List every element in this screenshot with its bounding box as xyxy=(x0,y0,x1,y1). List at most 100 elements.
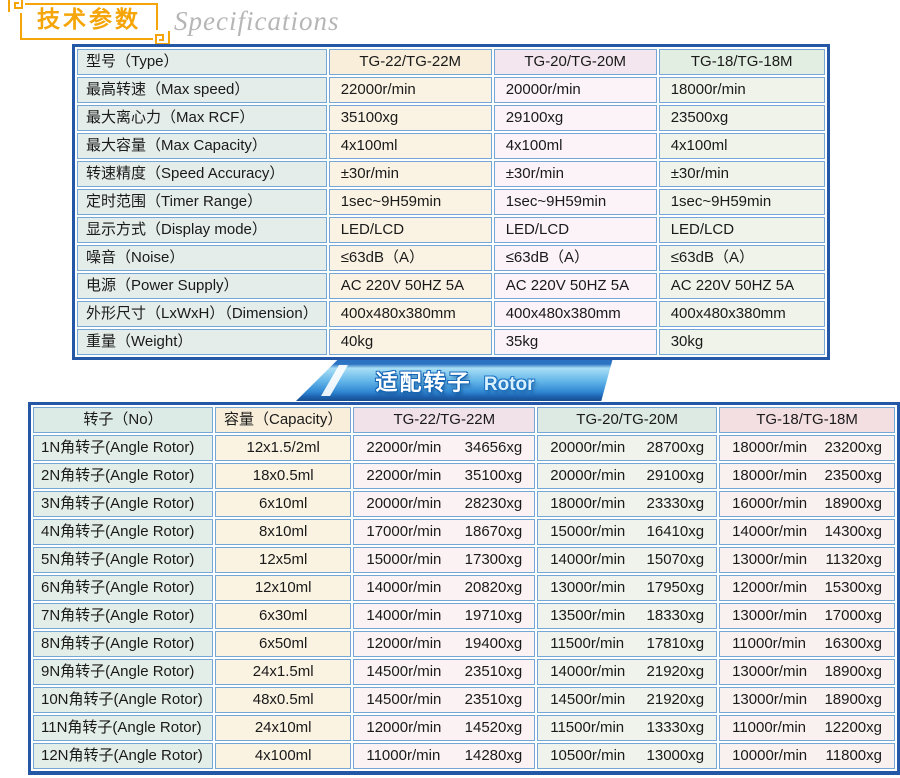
rotor-rcf: 14300xg xyxy=(824,521,882,543)
rotor-capacity: 24x10ml xyxy=(215,715,351,741)
rotor-header-tg22: TG-22/TG-22M xyxy=(353,407,535,433)
rotor-rcf: 16410xg xyxy=(647,521,705,543)
rotor-speed-rcf-pair: 12000r/min19400xg xyxy=(362,633,526,655)
spec-row-label: 显示方式（Display mode） xyxy=(77,217,327,243)
rotor-name: 6N角转子(Angle Rotor) xyxy=(33,575,213,601)
rotor-model-cell: 13000r/min18900xg xyxy=(719,687,895,713)
rotor-speed: 11500r/min xyxy=(550,633,624,655)
rotor-row: 1N角转子(Angle Rotor)12x1.5/2ml22000r/min34… xyxy=(33,435,895,461)
rotor-rcf: 14520xg xyxy=(465,717,523,739)
rotor-speed: 17000r/min xyxy=(366,521,441,543)
rotor-speed-rcf-pair: 22000r/min34656xg xyxy=(362,437,526,459)
rotor-speed: 11500r/min xyxy=(550,717,624,739)
rotor-model-cell: 15000r/min17300xg xyxy=(353,547,535,573)
rotor-capacity: 24x1.5ml xyxy=(215,659,351,685)
page: 技术参数 Specifications 型号（Type） TG-22/TG-22… xyxy=(0,0,900,778)
rotor-speed-rcf-pair: 20000r/min28230xg xyxy=(362,493,526,515)
rotor-rcf: 28230xg xyxy=(465,493,523,515)
rotor-model-cell: 22000r/min35100xg xyxy=(353,463,535,489)
rotor-speed-rcf-pair: 13000r/min17950xg xyxy=(546,577,708,599)
rotor-rcf: 35100xg xyxy=(465,465,523,487)
rotor-model-cell: 14500r/min21920xg xyxy=(537,687,717,713)
rotor-model-cell: 17000r/min18670xg xyxy=(353,519,535,545)
rotor-header-row: 转子（No） 容量（Capacity） TG-22/TG-22M TG-20/T… xyxy=(33,407,895,433)
rotor-model-cell: 11500r/min 13330xg xyxy=(537,715,717,741)
spec-header-tg22: TG-22/TG-22M xyxy=(329,49,492,75)
rotor-speed-rcf-pair: 14500r/min23510xg xyxy=(362,689,526,711)
rotor-model-cell: 14000r/min15070xg xyxy=(537,547,717,573)
rotor-speed: 13000r/min xyxy=(732,605,807,627)
rotor-row: 8N角转子(Angle Rotor)6x50ml12000r/min19400x… xyxy=(33,631,895,657)
rotor-rcf: 19710xg xyxy=(465,605,523,627)
rotor-speed-rcf-pair: 10500r/min13000xg xyxy=(546,745,708,767)
rotor-capacity: 48x0.5ml xyxy=(215,687,351,713)
rotor-speed-rcf-pair: 14000r/min14300xg xyxy=(728,521,886,543)
spec-value: 35kg xyxy=(494,329,657,355)
rotor-header-no: 转子（No） xyxy=(33,407,213,433)
rotor-capacity: 12x10ml xyxy=(215,575,351,601)
rotor-rcf: 16300xg xyxy=(824,633,882,655)
rotor-speed: 20000r/min xyxy=(550,437,625,459)
spec-row-label: 最大离心力（Max RCF） xyxy=(77,105,327,131)
spec-value: LED/LCD xyxy=(494,217,657,243)
rotor-banner: 适配转子 Rotor xyxy=(296,360,614,401)
rotor-speed-rcf-pair: 14500r/min23510xg xyxy=(362,661,526,683)
rotor-model-cell: 11000r/min14280xg xyxy=(353,743,535,769)
rotor-name: 5N角转子(Angle Rotor) xyxy=(33,547,213,573)
rotor-rcf: 13330xg xyxy=(647,717,705,739)
spec-value: 400x480x380mm xyxy=(494,301,657,327)
spec-row-label: 最大容量（Max Capacity） xyxy=(77,133,327,159)
rotor-model-cell: 14000r/min20820xg xyxy=(353,575,535,601)
rotor-banner-title-cn: 适配转子 xyxy=(375,370,471,395)
spec-row-label: 噪音（Noise） xyxy=(77,245,327,271)
rotor-speed-rcf-pair: 13000r/min18900xg xyxy=(728,689,886,711)
rotor-model-cell: 13000r/min11320xg xyxy=(719,547,895,573)
rotor-capacity: 12x5ml xyxy=(215,547,351,573)
spec-row: 重量（Weight）40kg35kg30kg xyxy=(77,329,825,355)
rotor-capacity: 6x30ml xyxy=(215,603,351,629)
spec-row-label: 重量（Weight） xyxy=(77,329,327,355)
rotor-speed-rcf-pair: 14500r/min21920xg xyxy=(546,689,708,711)
rotor-capacity: 4x100ml xyxy=(215,743,351,769)
spec-value: ±30r/min xyxy=(494,161,657,187)
spec-row: 最大容量（Max Capacity）4x100ml4x100ml4x100ml xyxy=(77,133,825,159)
fret-ornament-icon xyxy=(7,0,25,13)
rotor-name: 2N角转子(Angle Rotor) xyxy=(33,463,213,489)
rotor-speed-rcf-pair: 14000r/min19710xg xyxy=(362,605,526,627)
spec-row: 最高转速（Max speed）22000r/min20000r/min18000… xyxy=(77,77,825,103)
rotor-capacity: 12x1.5/2ml xyxy=(215,435,351,461)
spec-value: 18000r/min xyxy=(659,77,825,103)
rotor-model-cell: 18000r/min23330xg xyxy=(537,491,717,517)
rotor-speed-rcf-pair: 14000r/min21920xg xyxy=(546,661,708,683)
spec-row: 噪音（Noise）≤63dB（A）≤63dB（A）≤63dB（A） xyxy=(77,245,825,271)
rotor-speed-rcf-pair: 11000r/min16300xg xyxy=(728,633,886,655)
rotor-model-cell: 13000r/min17950xg xyxy=(537,575,717,601)
spec-table: 型号（Type） TG-22/TG-22M TG-20/TG-20M TG-18… xyxy=(72,44,830,360)
rotor-speed: 12000r/min xyxy=(366,717,441,739)
spec-value: 35100xg xyxy=(329,105,492,131)
rotor-speed: 13000r/min xyxy=(732,661,807,683)
rotor-name: 12N角转子(Angle Rotor) xyxy=(33,743,213,769)
rotor-speed: 13000r/min xyxy=(550,577,625,599)
spec-value: 30kg xyxy=(659,329,825,355)
rotor-speed: 13500r/min xyxy=(550,605,625,627)
spec-value: 400x480x380mm xyxy=(659,301,825,327)
rotor-capacity: 18x0.5ml xyxy=(215,463,351,489)
rotor-table-body: 1N角转子(Angle Rotor)12x1.5/2ml22000r/min34… xyxy=(33,435,895,769)
spec-value: 29100xg xyxy=(494,105,657,131)
rotor-rcf: 21920xg xyxy=(647,689,705,711)
rotor-speed: 14500r/min xyxy=(366,689,441,711)
rotor-speed: 14000r/min xyxy=(550,549,625,571)
spec-value: 22000r/min xyxy=(329,77,492,103)
rotor-speed-rcf-pair: 12000r/min 14520xg xyxy=(362,717,526,739)
rotor-row: 3N角转子(Angle Rotor)6x10ml20000r/min28230x… xyxy=(33,491,895,517)
rotor-speed: 15000r/min xyxy=(366,549,441,571)
spec-header-type: 型号（Type） xyxy=(77,49,327,75)
spec-value: 4x100ml xyxy=(494,133,657,159)
rotor-name: 11N角转子(Angle Rotor) xyxy=(33,715,213,741)
rotor-row: 9N角转子(Angle Rotor)24x1.5ml14500r/min2351… xyxy=(33,659,895,685)
rotor-name: 3N角转子(Angle Rotor) xyxy=(33,491,213,517)
spec-value: LED/LCD xyxy=(329,217,492,243)
rotor-model-cell: 20000r/min28700xg xyxy=(537,435,717,461)
rotor-speed-rcf-pair: 20000r/min28700xg xyxy=(546,437,708,459)
